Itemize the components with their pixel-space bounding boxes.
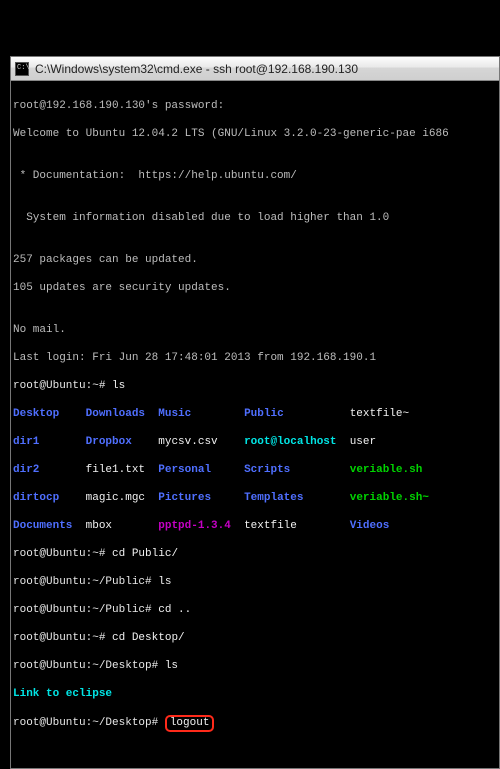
prompt-public-2: root@Ubuntu:~/Public# <box>13 604 158 616</box>
line-cd-public: root@Ubuntu:~# cd Public/ <box>13 547 497 561</box>
ls-row-3: dir2 file1.txt Personal Scripts veriable… <box>13 463 497 477</box>
cmd-icon <box>15 62 29 76</box>
prompt-desktop: root@Ubuntu:~/Desktop# <box>13 660 165 672</box>
ls-row-5: Documents mbox pptpd-1.3.4 textfile Vide… <box>13 519 497 533</box>
dir-videos: Videos <box>350 520 390 532</box>
line-ls-home: root@Ubuntu:~# ls <box>13 379 497 393</box>
line-welcome: Welcome to Ubuntu 12.04.2 LTS (GNU/Linux… <box>13 127 497 141</box>
cmd-ls-3: ls <box>165 660 178 672</box>
line-password-prompt: root@192.168.190.130's password: <box>13 99 497 113</box>
file-veriable-sh: veriable.sh <box>350 464 423 476</box>
line-pkg2: 105 updates are security updates. <box>13 281 497 295</box>
dir-music: Music <box>158 408 191 420</box>
dir-personal: Personal <box>158 464 211 476</box>
prompt-desktop-2: root@Ubuntu:~/Desktop# <box>13 717 165 729</box>
dir-dir1: dir1 <box>13 436 39 448</box>
dir-desktop: Desktop <box>13 408 59 420</box>
line-cd-up: root@Ubuntu:~/Public# cd .. <box>13 603 497 617</box>
window-title: C:\Windows\system32\cmd.exe - ssh root@1… <box>35 62 358 76</box>
title-cmd: ssh root@192.168.190.130 <box>213 62 358 76</box>
cmd-cd-up: cd .. <box>158 604 191 616</box>
cmd-ls: ls <box>112 380 125 392</box>
dir-downloads: Downloads <box>86 408 145 420</box>
file-pptpd: pptpd-1.3.4 <box>158 520 231 532</box>
title-sep: - <box>202 62 213 76</box>
terminal-body[interactable]: root@192.168.190.130's password: Welcome… <box>11 81 499 768</box>
ls-row-2: dir1 Dropbox mycsv.csv root@localhost us… <box>13 435 497 449</box>
link-root-localhost: root@localhost <box>244 436 336 448</box>
cmd-cd-desktop: cd Desktop/ <box>112 632 185 644</box>
dir-scripts: Scripts <box>244 464 290 476</box>
prompt-public: root@Ubuntu:~/Public# <box>13 576 158 588</box>
ls-row-4: dirtocp magic.mgc Pictures Templates ver… <box>13 491 497 505</box>
prompt-home-2: root@Ubuntu:~# <box>13 548 112 560</box>
cmd-ls-2: ls <box>158 576 171 588</box>
file-veriable-sh-tilde: veriable.sh~ <box>350 492 429 504</box>
file-textfile: textfile <box>244 520 297 532</box>
dir-public: Public <box>244 408 284 420</box>
prompt-home-3: root@Ubuntu:~# <box>13 632 112 644</box>
file-mycsv: mycsv.csv <box>158 436 217 448</box>
line-ls-public: root@Ubuntu:~/Public# ls <box>13 575 497 589</box>
cmd-logout: logout <box>170 717 210 729</box>
file-magic: magic.mgc <box>86 492 145 504</box>
ls-row-1: Desktop Downloads Music Public textfile~ <box>13 407 497 421</box>
logout-highlight: logout <box>165 715 215 732</box>
window-titlebar[interactable]: C:\Windows\system32\cmd.exe - ssh root@1… <box>11 57 499 81</box>
prompt-home: root@Ubuntu:~# <box>13 380 112 392</box>
line-documentation: * Documentation: https://help.ubuntu.com… <box>13 169 497 183</box>
cmd-cd-public: cd Public/ <box>112 548 178 560</box>
dir-documents: Documents <box>13 520 72 532</box>
line-lastlogin: Last login: Fri Jun 28 17:48:01 2013 fro… <box>13 351 497 365</box>
line-pkg1: 257 packages can be updated. <box>13 253 497 267</box>
line-ls-desktop: root@Ubuntu:~/Desktop# ls <box>13 659 497 673</box>
terminal-window: C:\Windows\system32\cmd.exe - ssh root@1… <box>10 56 500 769</box>
line-logout: root@Ubuntu:~/Desktop# logout <box>13 715 497 732</box>
dir-templates: Templates <box>244 492 303 504</box>
dir-dropbox: Dropbox <box>86 436 132 448</box>
dir-dirtocp: dirtocp <box>13 492 59 504</box>
link-to-eclipse: Link to eclipse <box>13 688 112 700</box>
file-mbox: mbox <box>86 520 112 532</box>
dir-pictures: Pictures <box>158 492 211 504</box>
file-user: user <box>350 436 376 448</box>
file-file1: file1.txt <box>86 464 145 476</box>
line-sysinfo: System information disabled due to load … <box>13 211 497 225</box>
line-nomail: No mail. <box>13 323 497 337</box>
file-textfile-tilde: textfile~ <box>350 408 409 420</box>
dir-dir2: dir2 <box>13 464 39 476</box>
line-cd-desktop: root@Ubuntu:~# cd Desktop/ <box>13 631 497 645</box>
ls-desktop-out: Link to eclipse <box>13 687 497 701</box>
title-path: C:\Windows\system32\cmd.exe <box>35 62 202 76</box>
